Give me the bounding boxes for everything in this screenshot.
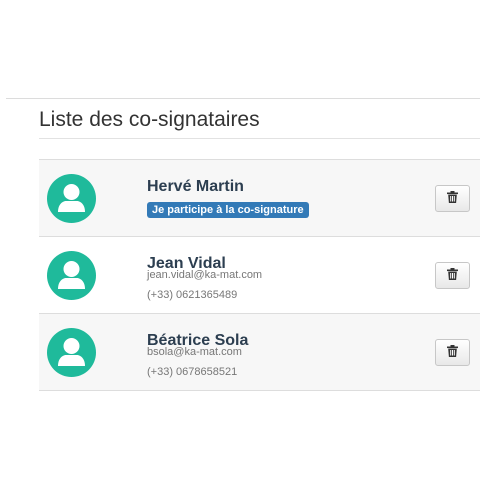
trash-icon <box>447 191 458 206</box>
cosigner-name: Hervé Martin <box>147 178 244 195</box>
cosigner-email: bsola@ka-mat.com <box>147 346 242 358</box>
cosigner-phone: (+33) 0678658521 <box>147 366 238 378</box>
trash-icon <box>447 268 458 283</box>
cosigner-phone: (+33) 0621365489 <box>147 289 238 301</box>
cosigner-row: Hervé Martin Je participe à la co-signat… <box>39 160 480 237</box>
cosigner-email: jean.vidal@ka-mat.com <box>147 269 263 281</box>
user-icon <box>47 174 96 223</box>
trash-icon <box>447 345 458 360</box>
delete-button[interactable] <box>435 339 470 366</box>
cosigners-panel: Liste des co-signataires Hervé Martin Je… <box>39 99 480 391</box>
user-icon <box>47 251 96 300</box>
user-icon <box>47 328 96 377</box>
delete-button[interactable] <box>435 185 470 212</box>
cosigner-row: Jean Vidal jean.vidal@ka-mat.com (+33) 0… <box>39 237 480 314</box>
delete-button[interactable] <box>435 262 470 289</box>
participation-badge: Je participe à la co-signature <box>147 202 309 218</box>
title-divider <box>39 138 480 139</box>
cosigners-list: Hervé Martin Je participe à la co-signat… <box>39 159 480 391</box>
panel-title: Liste des co-signataires <box>39 108 260 131</box>
cosigner-row: Béatrice Sola bsola@ka-mat.com (+33) 067… <box>39 314 480 391</box>
